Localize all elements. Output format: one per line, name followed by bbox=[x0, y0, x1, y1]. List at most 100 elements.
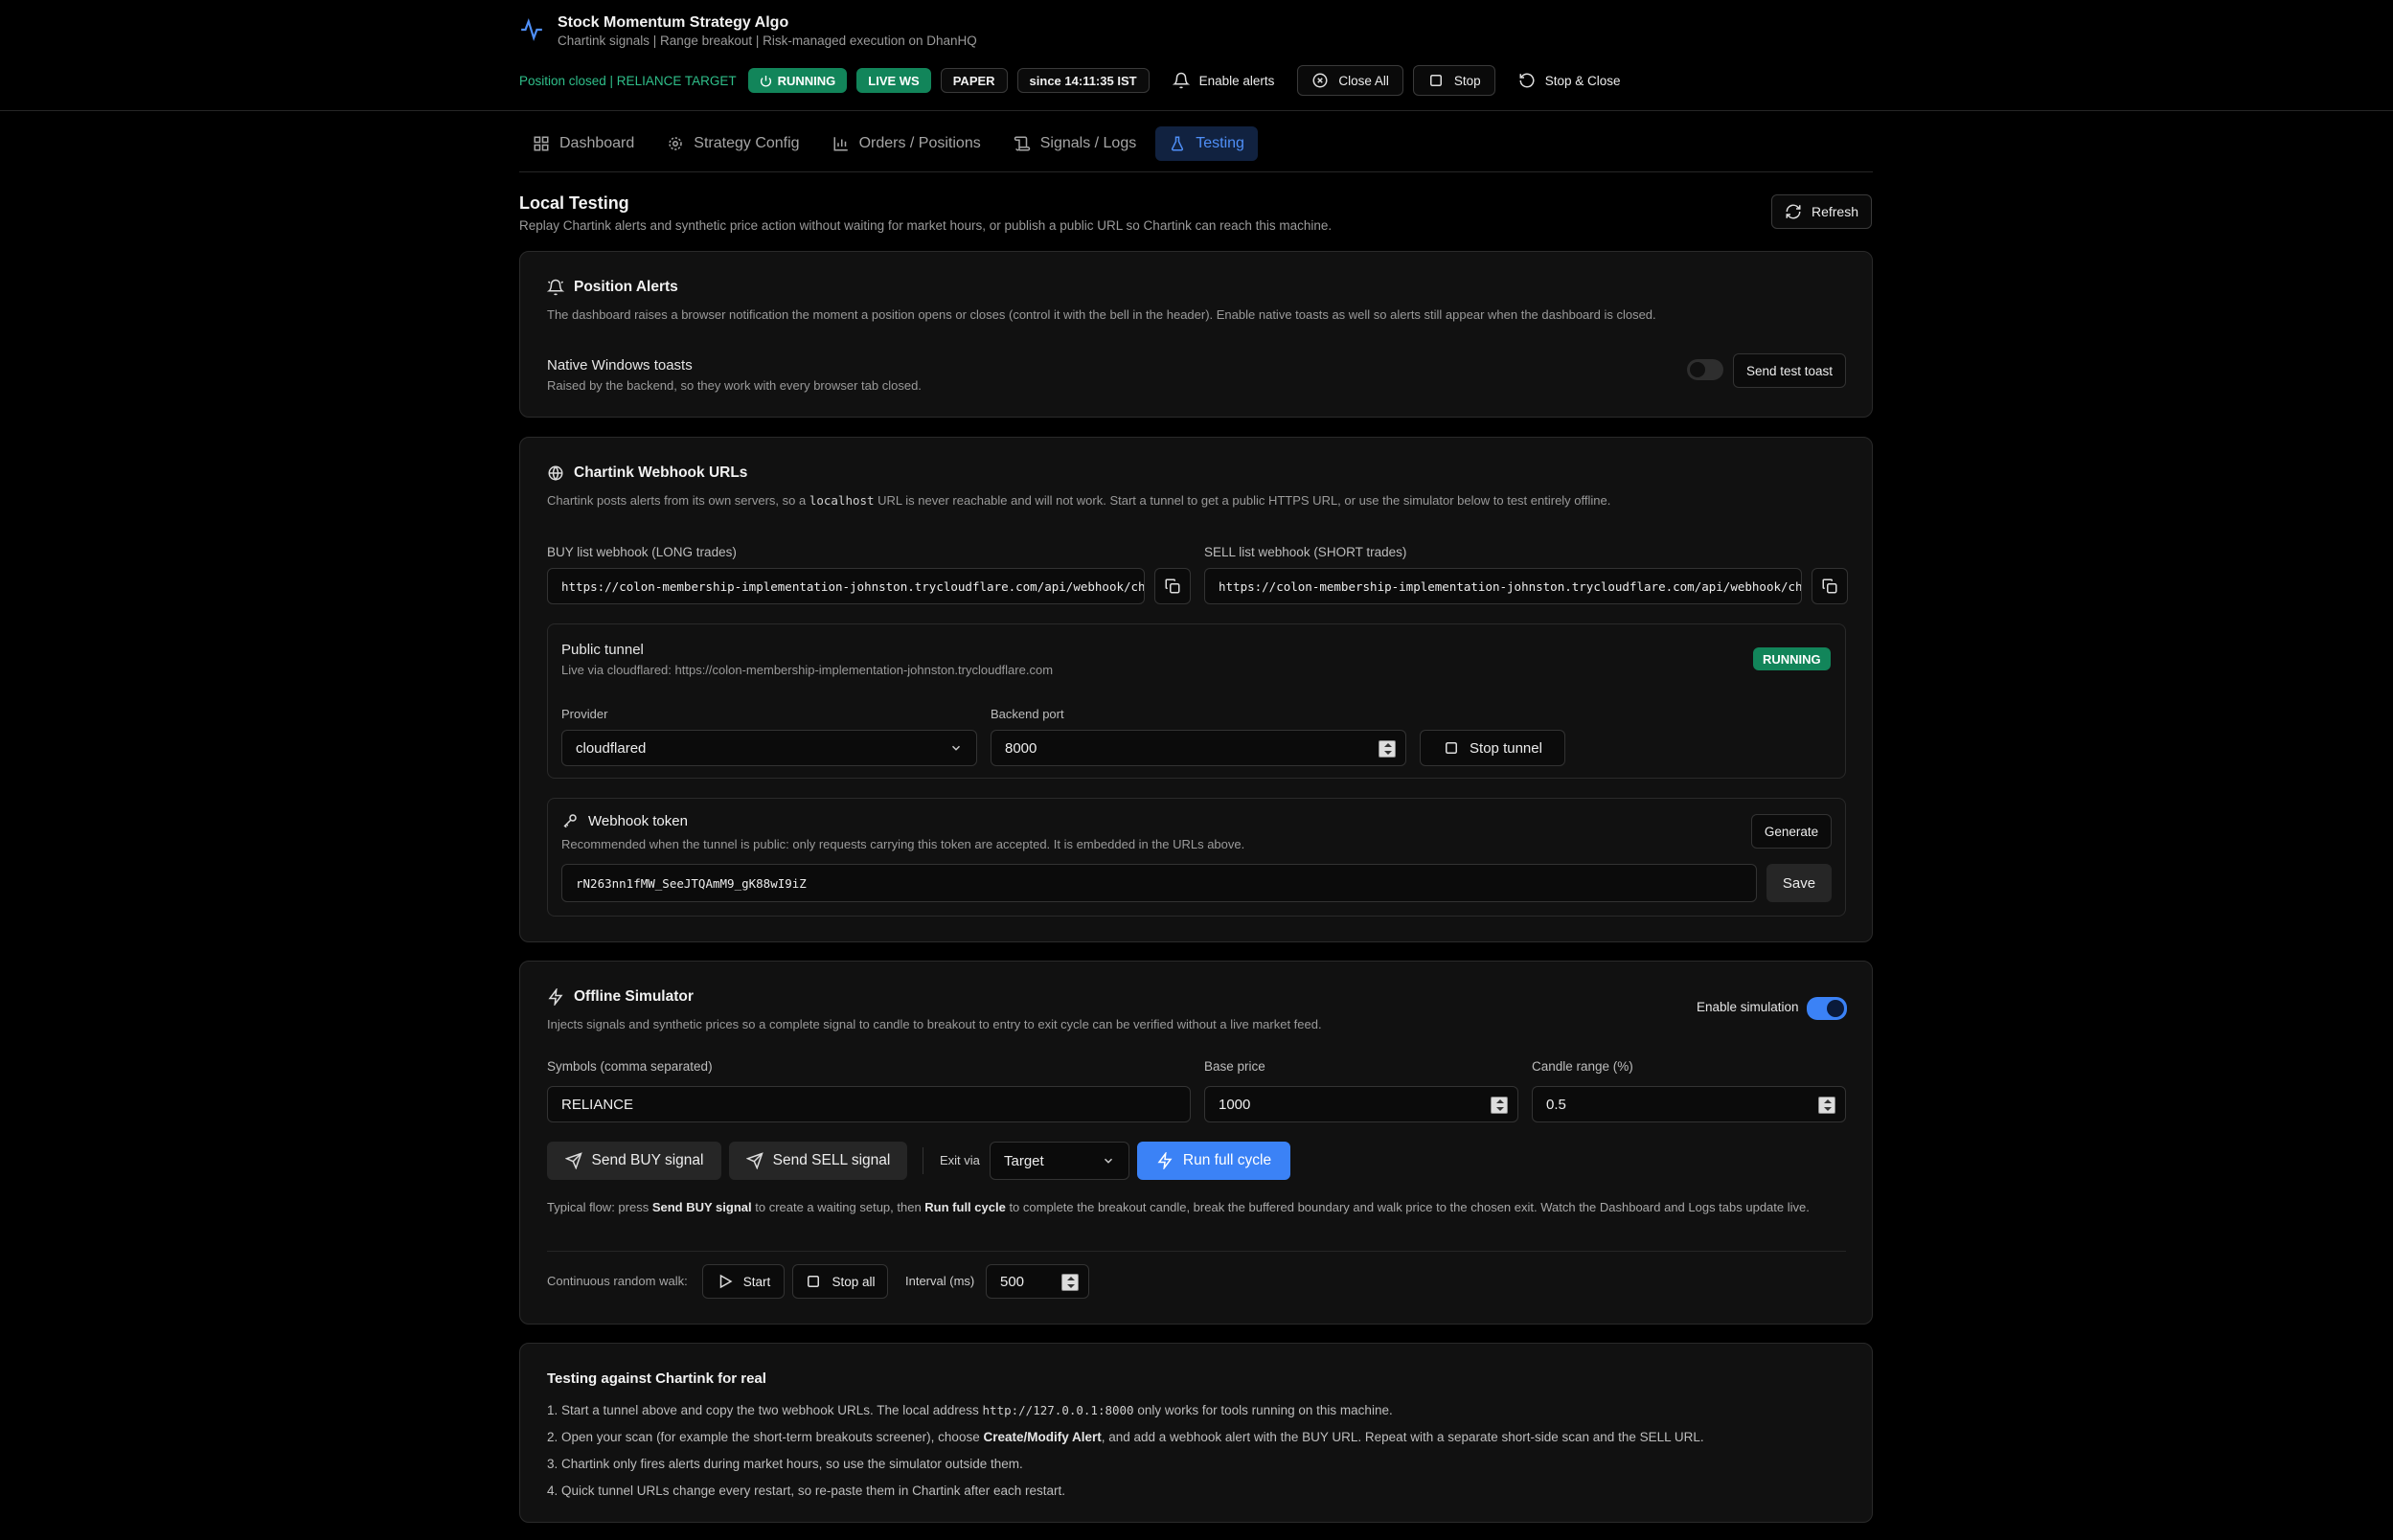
page-title: Local Testing bbox=[519, 193, 629, 213]
generate-token-button[interactable]: Generate bbox=[1751, 814, 1832, 849]
close-all-button[interactable]: Close All bbox=[1297, 65, 1403, 96]
chevron-down-icon bbox=[951, 745, 961, 751]
send-buy-signal-button[interactable]: Send BUY signal bbox=[547, 1142, 721, 1180]
stop-close-button[interactable]: Stop & Close bbox=[1505, 65, 1634, 96]
sell-webhook-url-field[interactable]: https://colon-membership-implementation-… bbox=[1204, 568, 1802, 604]
top-bar: Stock Momentum Strategy Algo Chartink si… bbox=[0, 0, 2393, 111]
play-icon bbox=[719, 1274, 733, 1289]
symbols-label: Symbols (comma separated) bbox=[547, 1059, 713, 1074]
guide-step: 1. Start a tunnel above and copy the two… bbox=[547, 1403, 1393, 1417]
chevron-down-icon bbox=[1104, 1158, 1113, 1164]
rotate-icon bbox=[1519, 73, 1535, 88]
offline-simulator-card: Offline Simulator Injects signals and sy… bbox=[519, 961, 1873, 1325]
chart-icon bbox=[833, 137, 848, 151]
since-badge: since 14:11:35 IST bbox=[1016, 68, 1150, 93]
position-status-text: Position closed | RELIANCE TARGET bbox=[519, 73, 737, 88]
typical-flow-text: Typical flow: press Send BUY signal to c… bbox=[547, 1200, 1810, 1214]
webhook-token-panel: Webhook token Recommended when the tunne… bbox=[547, 798, 1846, 917]
backend-port-input[interactable]: 8000 bbox=[991, 730, 1406, 766]
position-alerts-title: Position Alerts bbox=[547, 279, 678, 296]
candle-range-label: Candle range (%) bbox=[1532, 1059, 1633, 1074]
public-tunnel-status: Live via cloudflared: https://colon-memb… bbox=[561, 663, 1054, 677]
bell-icon bbox=[1172, 72, 1190, 89]
port-stepper[interactable] bbox=[1379, 740, 1396, 758]
native-toasts-desc: Raised by the backend, so they work with… bbox=[547, 378, 922, 393]
buy-webhook-url-field[interactable]: https://colon-membership-implementation-… bbox=[547, 568, 1145, 604]
enable-simulation-toggle[interactable] bbox=[1807, 997, 1847, 1020]
send-icon bbox=[564, 1152, 582, 1169]
tab-testing[interactable]: Testing bbox=[1155, 126, 1258, 161]
exit-via-select[interactable]: Target bbox=[990, 1142, 1129, 1180]
globe-icon bbox=[548, 465, 563, 481]
toggle-knob bbox=[1690, 362, 1705, 377]
position-alerts-card: Position Alerts The dashboard raises a b… bbox=[519, 251, 1873, 418]
buy-webhook-label: BUY list webhook (LONG trades) bbox=[547, 545, 737, 559]
run-full-cycle-button[interactable]: Run full cycle bbox=[1137, 1142, 1290, 1180]
activity-icon bbox=[521, 17, 542, 42]
copy-icon bbox=[1822, 578, 1837, 594]
close-circle-icon bbox=[1312, 73, 1328, 88]
provider-select[interactable]: cloudflared bbox=[561, 730, 977, 766]
square-icon bbox=[1429, 75, 1442, 86]
tab-dashboard[interactable]: Dashboard bbox=[519, 126, 648, 161]
zap-icon bbox=[1157, 1152, 1173, 1169]
send-sell-signal-button[interactable]: Send SELL signal bbox=[729, 1142, 907, 1180]
stop-button[interactable]: Stop bbox=[1412, 65, 1495, 96]
zap-icon bbox=[548, 988, 563, 1006]
copy-sell-url-button[interactable] bbox=[1812, 568, 1848, 604]
copy-icon bbox=[1165, 578, 1180, 594]
sell-webhook-label: SELL list webhook (SHORT trades) bbox=[1204, 545, 1407, 559]
random-walk-label: Continuous random walk: bbox=[547, 1274, 688, 1288]
webhook-urls-title: Chartink Webhook URLs bbox=[547, 464, 747, 482]
page-subtitle: Replay Chartink alerts and synthetic pri… bbox=[519, 218, 1333, 233]
base-price-label: Base price bbox=[1204, 1059, 1265, 1074]
brand: Stock Momentum Strategy Algo Chartink si… bbox=[519, 13, 977, 50]
position-alerts-desc: The dashboard raises a browser notificat… bbox=[547, 307, 1656, 322]
interval-input[interactable]: 500 bbox=[986, 1264, 1089, 1299]
interval-stepper[interactable] bbox=[1061, 1274, 1079, 1291]
send-test-toast-button[interactable]: Send test toast bbox=[1733, 353, 1846, 388]
offline-simulator-desc: Injects signals and synthetic prices so … bbox=[547, 1017, 1322, 1031]
webhook-token-desc: Recommended when the tunnel is public: o… bbox=[561, 837, 1245, 851]
offline-simulator-title: Offline Simulator bbox=[547, 988, 694, 1006]
base-price-stepper[interactable] bbox=[1491, 1097, 1508, 1114]
stop-tunnel-button[interactable]: Stop tunnel bbox=[1420, 730, 1565, 766]
start-random-walk-button[interactable]: Start bbox=[702, 1264, 785, 1299]
power-icon bbox=[760, 75, 771, 86]
flask-icon bbox=[1172, 136, 1184, 151]
mode-badge: PAPER bbox=[940, 68, 1008, 93]
webhook-token-input[interactable]: rN263nn1fMW_SeeJTQAmM9_gK88wI9iZ bbox=[561, 864, 1757, 902]
backend-port-label: Backend port bbox=[991, 707, 1064, 721]
webhook-urls-desc: Chartink posts alerts from its own serve… bbox=[547, 493, 1611, 508]
bell-ring-icon bbox=[547, 279, 564, 296]
square-icon bbox=[1446, 742, 1458, 754]
tab-orders-positions[interactable]: Orders / Positions bbox=[819, 126, 994, 161]
grid-icon bbox=[534, 136, 549, 151]
native-toasts-toggle[interactable] bbox=[1687, 359, 1723, 380]
interval-label: Interval (ms) bbox=[905, 1274, 975, 1288]
guide-step: 2. Open your scan (for example the short… bbox=[547, 1430, 1704, 1444]
gear-icon bbox=[669, 137, 683, 150]
refresh-icon bbox=[1786, 204, 1801, 219]
copy-buy-url-button[interactable] bbox=[1154, 568, 1191, 604]
guide-steps: 1. Start a tunnel above and copy the two… bbox=[547, 1397, 1704, 1505]
tab-signals-logs[interactable]: Signals / Logs bbox=[1000, 126, 1151, 161]
public-tunnel-title: Public tunnel bbox=[561, 642, 644, 658]
candle-range-stepper[interactable] bbox=[1818, 1097, 1835, 1114]
enable-alerts-button[interactable]: Enable alerts bbox=[1159, 65, 1288, 96]
base-price-input[interactable]: 1000 bbox=[1204, 1086, 1518, 1122]
tab-bar: Dashboard Strategy Config Orders / Posit… bbox=[519, 126, 1873, 172]
save-token-button[interactable]: Save bbox=[1766, 864, 1832, 902]
symbols-input[interactable]: RELIANCE bbox=[547, 1086, 1191, 1122]
scroll-icon bbox=[1014, 136, 1030, 151]
toggle-knob bbox=[1827, 1000, 1844, 1017]
key-icon bbox=[563, 814, 577, 828]
refresh-button[interactable]: Refresh bbox=[1771, 194, 1872, 229]
tab-strategy-config[interactable]: Strategy Config bbox=[653, 126, 812, 161]
tunnel-status-badge: RUNNING bbox=[1753, 647, 1831, 670]
candle-range-input[interactable]: 0.5 bbox=[1532, 1086, 1846, 1122]
divider bbox=[547, 1251, 1846, 1252]
provider-label: Provider bbox=[561, 707, 608, 721]
webhook-token-title: Webhook token bbox=[561, 812, 688, 829]
stop-all-button[interactable]: Stop all bbox=[792, 1264, 888, 1299]
